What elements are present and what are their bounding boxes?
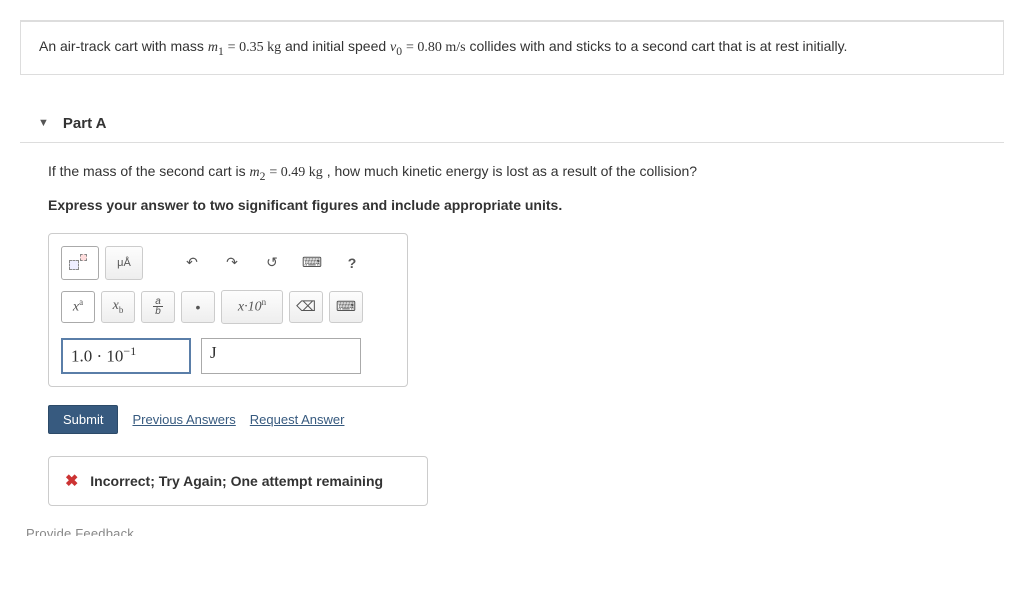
problem-text-1: An air-track cart with mass	[39, 38, 208, 54]
incorrect-icon: ✖	[65, 473, 78, 490]
problem-text-2: and initial speed	[285, 38, 390, 54]
redo-icon: ↷	[226, 254, 238, 271]
subscript-button[interactable]: xb	[101, 291, 135, 323]
request-answer-link[interactable]: Request Answer	[250, 412, 345, 427]
problem-statement: An air-track cart with mass m1 = 0.35 kg…	[20, 20, 1004, 75]
fraction-button[interactable]: ab	[141, 291, 175, 323]
part-label: Part A	[63, 115, 107, 132]
answer-instruction: Express your answer to two significant f…	[48, 197, 976, 213]
part-header[interactable]: ▼ Part A	[20, 105, 1004, 143]
keyboard-button[interactable]: ⌨	[295, 247, 329, 279]
problem-text-3: collides with and sticks to a second car…	[470, 38, 848, 54]
reset-icon: ↺	[266, 254, 278, 271]
v0-value: 0.80 m/s	[417, 40, 465, 55]
clear-button[interactable]: ⌫	[289, 291, 323, 323]
submit-button[interactable]: Submit	[48, 405, 118, 434]
help-icon: ?	[348, 255, 357, 271]
provide-feedback-link[interactable]: Provide Feedback	[20, 526, 1004, 536]
collapse-caret-icon: ▼	[38, 117, 49, 129]
keyboard-icon: ⌨	[336, 298, 356, 315]
feedback-message: Incorrect; Try Again; One attempt remain…	[90, 473, 383, 489]
template-button[interactable]	[61, 246, 99, 280]
fraction-icon: ab	[153, 297, 163, 316]
keyboard-icon: ⌨	[302, 254, 322, 271]
question-text: If the mass of the second cart is m2 = 0…	[48, 163, 976, 183]
redo-button[interactable]: ↷	[215, 247, 249, 279]
m2-value: 0.49 kg	[281, 165, 323, 180]
dot-button[interactable]: •	[181, 291, 215, 323]
m1-value: 0.35 kg	[239, 40, 281, 55]
superscript-button[interactable]: xa	[61, 291, 95, 323]
answer-unit-input[interactable]: J	[201, 338, 361, 374]
undo-icon: ↶	[186, 254, 198, 271]
sci-notation-button[interactable]: x·10n	[221, 290, 283, 324]
answer-area: μÅ ↶ ↷ ↺ ⌨ ? xa xb ab • x·10n ⌫ ⌨ 1.0 · …	[48, 233, 408, 387]
feedback-box: ✖ Incorrect; Try Again; One attempt rema…	[48, 456, 428, 506]
answer-value-input[interactable]: 1.0 · 10−1	[61, 338, 191, 374]
template-icon	[69, 254, 91, 272]
units-button[interactable]: μÅ	[105, 246, 143, 280]
keyboard2-button[interactable]: ⌨	[329, 291, 363, 323]
undo-button[interactable]: ↶	[175, 247, 209, 279]
help-button[interactable]: ?	[335, 247, 369, 279]
reset-button[interactable]: ↺	[255, 247, 289, 279]
backspace-icon: ⌫	[296, 298, 316, 315]
previous-answers-link[interactable]: Previous Answers	[132, 412, 235, 427]
